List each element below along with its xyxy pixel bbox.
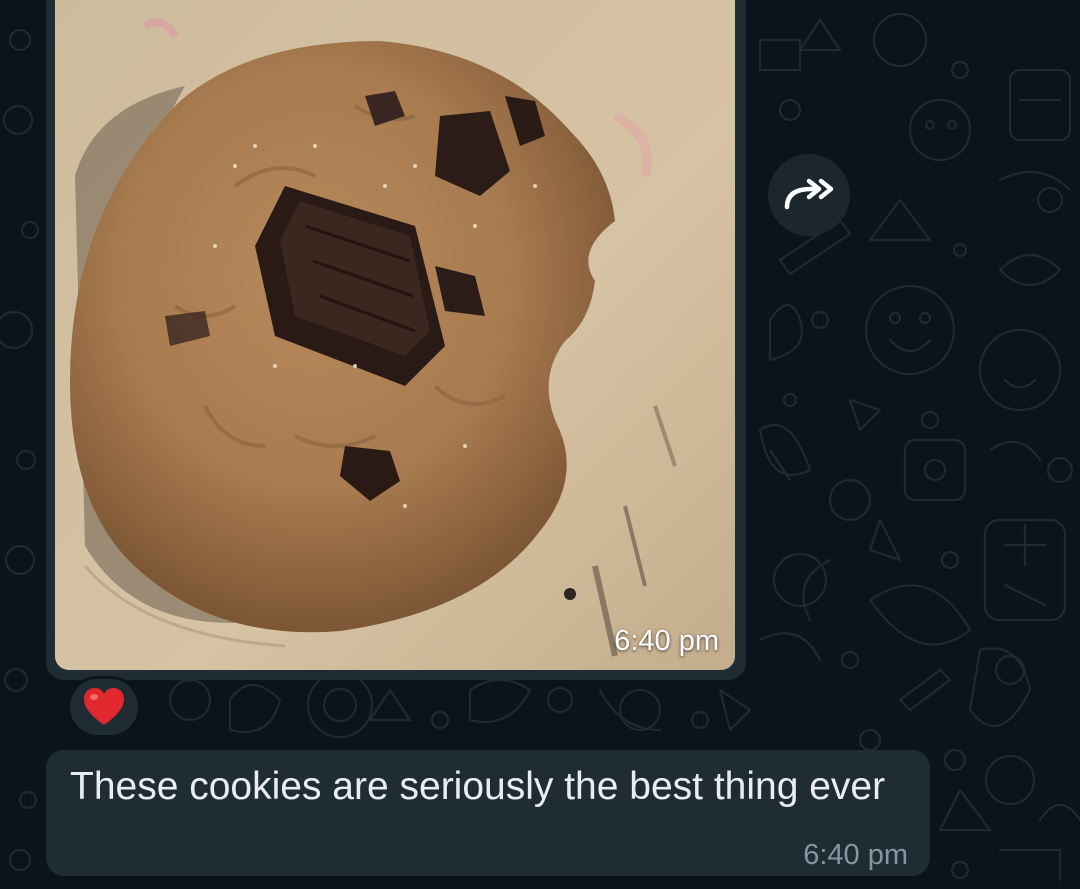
forward-button[interactable] [768, 154, 850, 236]
text-message-bubble[interactable]: These cookies are seriously the best thi… [46, 750, 930, 876]
message-photo[interactable]: 6:40 pm [55, 0, 735, 670]
forward-icon [784, 178, 834, 210]
heart-reaction-icon [84, 688, 124, 725]
image-timestamp: 6:40 pm [614, 625, 719, 657]
message-text: These cookies are seriously the best thi… [70, 765, 886, 808]
cookie-photo-image [55, 0, 735, 670]
message-timestamp: 6:40 pm [803, 839, 908, 871]
reaction-pill[interactable] [67, 676, 141, 738]
